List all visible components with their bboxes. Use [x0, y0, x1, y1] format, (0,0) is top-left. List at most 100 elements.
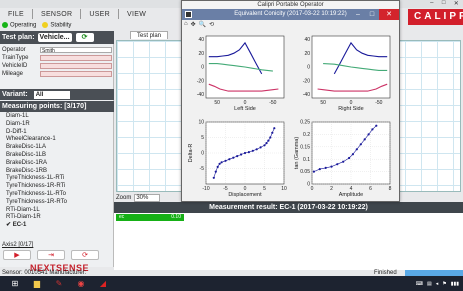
menu-sensor[interactable]: SENSOR [33, 11, 80, 18]
menu-file[interactable]: FILE [0, 11, 32, 18]
list-item[interactable]: Diam-1R [4, 121, 112, 129]
y-tick-label: 0.1 [303, 157, 310, 163]
y-tick-label: -40 [303, 92, 310, 98]
list-item[interactable]: D-Diff-1 [4, 129, 112, 137]
clock[interactable]: ▮▮▮ [451, 281, 459, 287]
x-tick-label: -10 [202, 186, 209, 192]
y-tick-label: 5 [201, 135, 204, 141]
list-item[interactable]: TyreThickness-1R-RTo [4, 199, 112, 207]
y-tick-label: 20 [304, 51, 310, 57]
x-tick-label: 5 [263, 186, 266, 192]
close-button[interactable]: ✕ [454, 0, 459, 8]
list-item[interactable]: BrakeDisc-1RB [4, 168, 112, 176]
app-icon[interactable]: ✎ [52, 278, 66, 289]
y-axis-label: Delta-R [188, 144, 194, 163]
data-point [232, 156, 235, 159]
list-item[interactable]: TyreThickness-1L-RTi [4, 175, 112, 183]
list-item[interactable]: RTi-Diam-1R [4, 214, 112, 222]
test-plan-bar: Test plan: Vehicle... ⟳ [0, 31, 114, 44]
list-item[interactable]: BrakeDisc-1LA [4, 144, 112, 152]
mileage-field[interactable] [40, 70, 112, 77]
list-item[interactable]: TyreThickness-1R-RTi [4, 183, 112, 191]
folder-icon[interactable]: ▆ [30, 278, 44, 289]
x-axis-label: Right Side [338, 106, 363, 112]
window-controls: – □ ✕ [426, 0, 463, 8]
y-tick-label: 10 [198, 120, 204, 126]
play-icon: ▶ [14, 252, 20, 259]
minimize-button[interactable]: – [430, 0, 433, 8]
refresh-icon[interactable]: ⟳ [75, 33, 94, 42]
data-point [348, 156, 351, 160]
data-point [267, 139, 270, 142]
network-icon[interactable]: ▤ [427, 281, 432, 287]
list-item[interactable]: RTi-Diam-1L [4, 207, 112, 215]
variant-label: Variant: [2, 91, 28, 98]
y-tick-label: 0 [201, 65, 204, 71]
volume-icon[interactable]: ◂ [436, 281, 439, 287]
maximize-button[interactable]: □ [442, 0, 446, 8]
list-item[interactable]: Diam-1L [4, 113, 112, 121]
axis-label[interactable]: Axis2 [0/17] [2, 242, 33, 248]
traintype-field[interactable] [40, 54, 112, 61]
list-item[interactable]: BrakeDisc-1RA [4, 160, 112, 168]
data-point [214, 170, 217, 173]
list-item[interactable]: WheelClearance-1 [4, 136, 112, 144]
y-tick-label: 0.2 [303, 132, 310, 138]
operator-row: Operator Smith [0, 46, 114, 54]
result-strip: ec 0.10 [116, 214, 184, 221]
skip-button[interactable]: ⇥ [37, 250, 65, 260]
home-icon[interactable]: ⌂ [184, 21, 188, 29]
zoom-label: Zoom [116, 194, 132, 201]
data-point [240, 153, 243, 156]
vehicleid-row: VehicleID [0, 62, 114, 69]
data-point [371, 128, 374, 131]
status-stability: Stability [42, 22, 71, 29]
keyboard-icon[interactable]: ⌨ [416, 281, 423, 287]
variant-bar: Variant: All [0, 89, 114, 100]
x-tick-label: 50 [214, 100, 220, 106]
test-plan-label: Test plan: [2, 34, 35, 41]
menu-view[interactable]: VIEW [119, 11, 154, 18]
reset-icon[interactable]: ⟲ [209, 21, 214, 29]
tab-test-plan[interactable]: Test plan [130, 31, 169, 39]
play-button[interactable]: ▶ [3, 250, 31, 260]
data-point [247, 151, 250, 154]
data-point [363, 138, 366, 141]
data-point [224, 159, 227, 162]
y-axis-label: tan (Gamma) [294, 137, 300, 170]
dialog-minimize-button[interactable]: – [351, 9, 365, 20]
status-label: Operating [10, 22, 37, 29]
field-label: Mileage [2, 70, 24, 77]
operator-field[interactable]: Smith [40, 46, 112, 54]
y-tick-label: -40 [197, 92, 204, 98]
chart-2: 50 0 -5040200-20-40Right Side [303, 35, 391, 112]
action-buttons: ▶ ⇥ ⟳ [3, 250, 111, 260]
chrome-icon[interactable]: ◉ [74, 278, 88, 289]
result-value: 0.10 [171, 214, 181, 220]
dialog-maximize-button[interactable]: □ [365, 9, 379, 20]
green-status-icon [2, 22, 8, 29]
dialog-close-button[interactable]: ✕ [379, 9, 399, 20]
vehicleid-field[interactable] [40, 62, 112, 69]
list-item[interactable]: TyreThickness-1L-RTo [4, 191, 112, 199]
y-tick-label: 20 [198, 51, 204, 57]
y-tick-label: 0 [201, 151, 204, 157]
zoom-select[interactable]: 30% [134, 193, 161, 202]
list-item-selected[interactable]: ✔ EC-1 [4, 222, 112, 230]
variant-select[interactable]: All [33, 90, 70, 99]
windows-start-icon[interactable]: ⊞ [8, 278, 22, 289]
data-point [351, 153, 354, 156]
calipri-icon[interactable]: ◢ [96, 278, 110, 289]
reload-button[interactable]: ⟳ [71, 250, 99, 260]
measuring-points-header: Measuring points: [3/170] [0, 101, 114, 112]
test-plan-value[interactable]: Vehicle... [37, 33, 72, 42]
menu-user[interactable]: USER [81, 11, 118, 18]
list-item[interactable]: BrakeDisc-1LB [4, 152, 112, 160]
y-tick-label: 40 [304, 37, 310, 43]
flag-icon[interactable]: ⚑ [442, 281, 446, 287]
zoom-icon[interactable]: 🔍 [199, 21, 206, 29]
data-point [359, 143, 362, 146]
data-point [243, 151, 247, 155]
pan-icon[interactable]: ✥ [191, 21, 196, 29]
status-label: Stability [50, 22, 72, 29]
